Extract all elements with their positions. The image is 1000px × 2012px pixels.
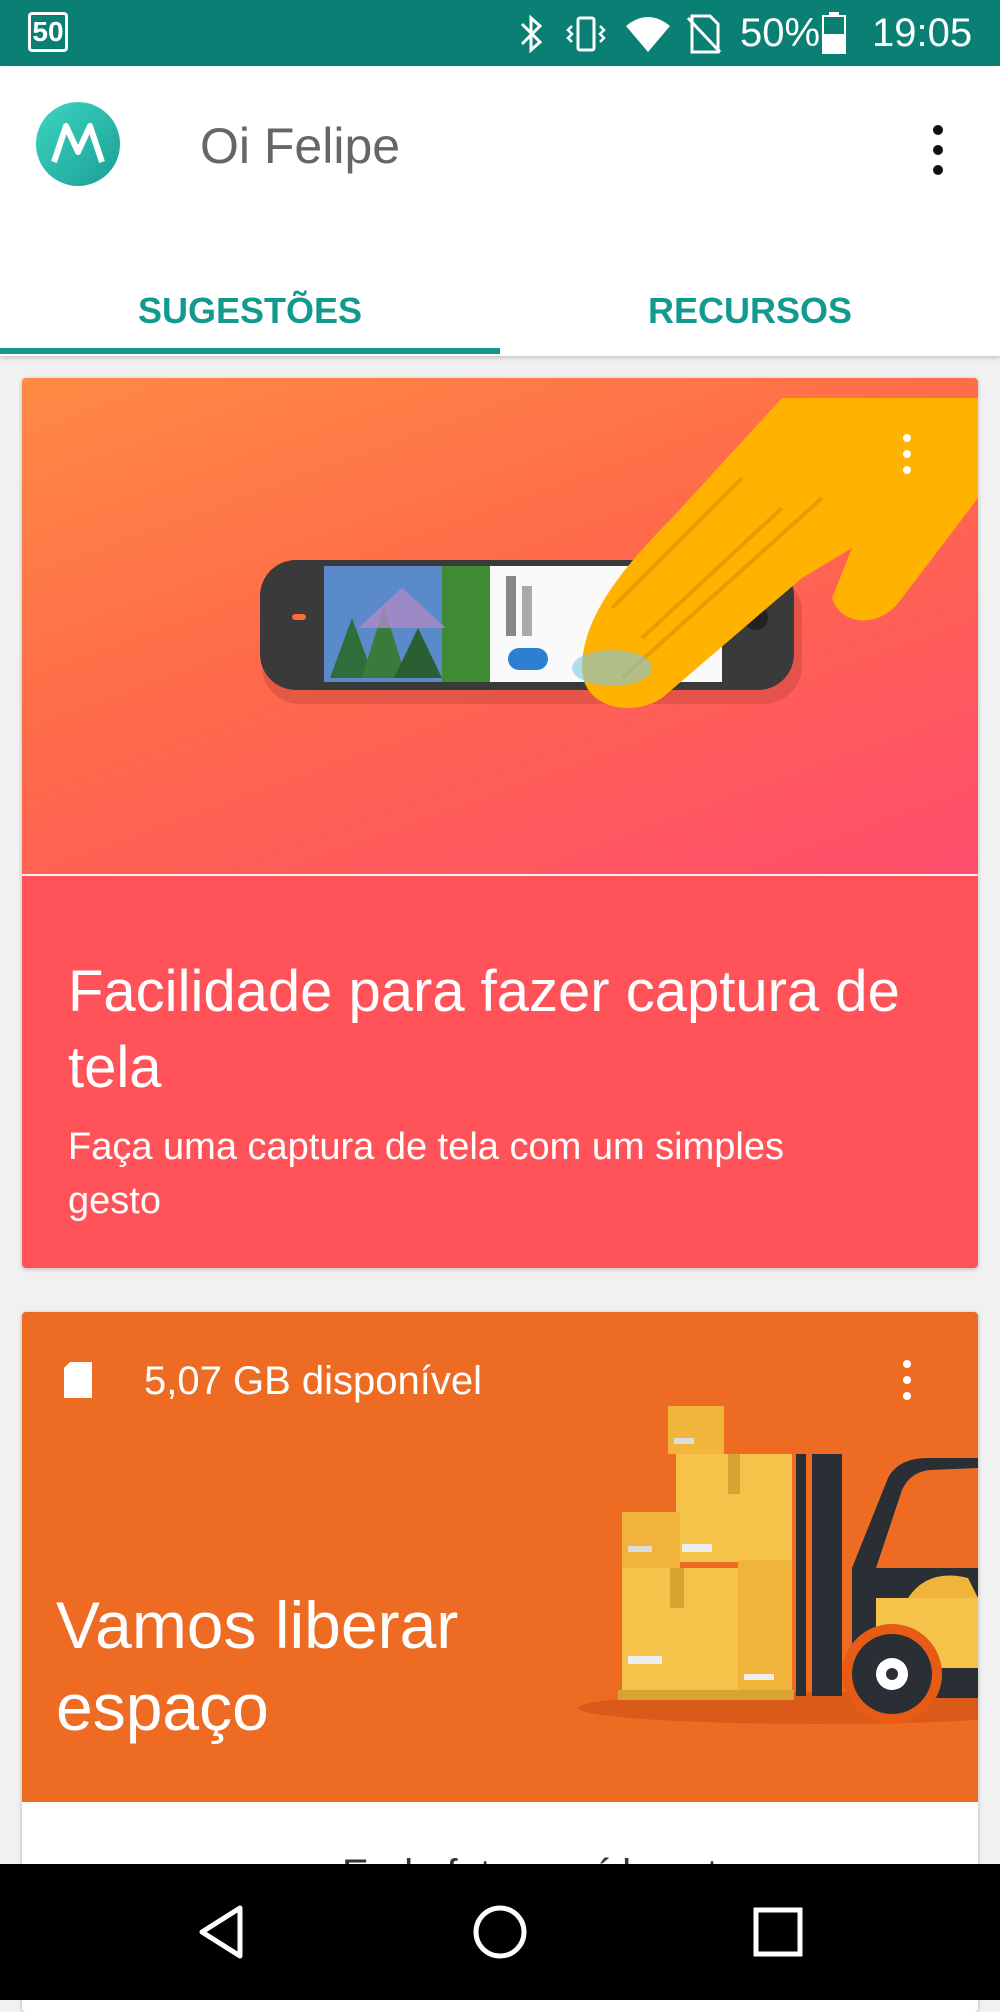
battery-icon	[822, 12, 846, 54]
card-menu-icon[interactable]	[892, 430, 922, 480]
navigation-bar	[0, 1864, 1000, 2000]
battery-percent: 50%	[740, 11, 821, 55]
back-icon[interactable]	[192, 1902, 252, 1962]
storage-available: 5,07 GB disponível	[144, 1359, 482, 1403]
tab-recursos[interactable]: RECURSOS	[500, 266, 1000, 356]
card-header: 5,07 GB disponível Vamos liberar espaço	[22, 1312, 978, 1802]
card-title: Vamos liberar espaço	[56, 1588, 459, 1744]
home-icon[interactable]	[470, 1902, 530, 1962]
card-subtitle: Faça uma captura de tela com um simples …	[68, 1126, 784, 1222]
no-sim-icon	[686, 14, 722, 54]
vibrate-icon	[566, 16, 606, 52]
phone-gesture-illustration	[260, 398, 978, 708]
more-options-icon[interactable]	[918, 120, 958, 180]
app-bar: Oi Felipe SUGESTÕES RECURSOS	[0, 66, 1000, 356]
card-hero-image	[22, 378, 978, 874]
recents-icon[interactable]	[748, 1902, 808, 1962]
screenshot-gesture-card[interactable]: Facilidade para fazer captura de tela Fa…	[22, 378, 978, 1268]
forklift-illustration	[578, 1406, 978, 1724]
motorola-logo-icon[interactable]	[36, 102, 120, 186]
notification-badge: 50	[28, 12, 68, 52]
bluetooth-icon	[520, 14, 543, 54]
clock: 19:05	[872, 11, 973, 55]
tab-indicator	[0, 348, 500, 354]
sd-card-icon	[64, 1362, 92, 1398]
page-title: Oi Felipe	[200, 118, 401, 174]
card-title: Facilidade para fazer captura de tela	[68, 959, 900, 1100]
card-body: Facilidade para fazer captura de tela Fa…	[22, 876, 978, 1268]
wifi-icon	[626, 17, 670, 52]
status-bar: 50 50% 19:05	[0, 0, 1000, 66]
tab-sugestoes[interactable]: SUGESTÕES	[0, 266, 500, 356]
